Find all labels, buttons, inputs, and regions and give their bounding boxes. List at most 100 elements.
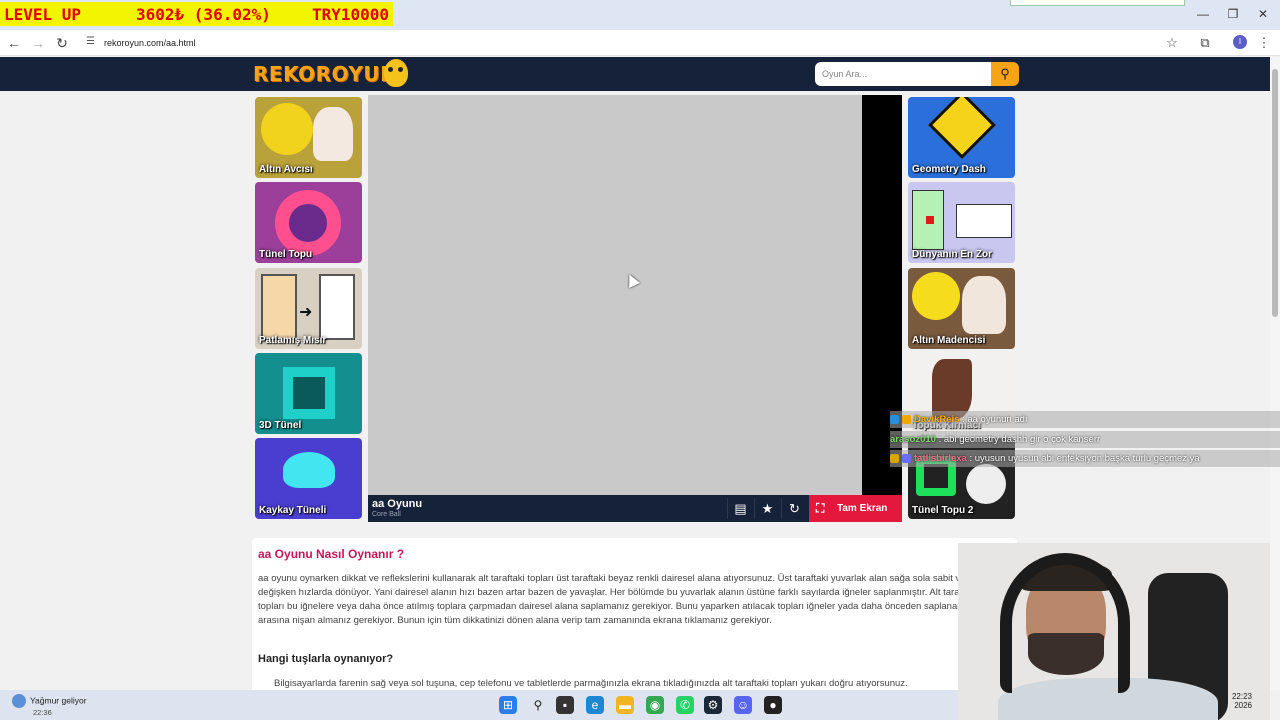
weather-label: Yağmur geliyor: [30, 695, 87, 706]
chrome-icon[interactable]: ◉: [646, 696, 664, 714]
popcorn-jar-icon: [319, 274, 355, 340]
chat-username: arasoz010: [890, 434, 936, 445]
game-tile[interactable]: ➜ Patlamış Mısır: [255, 268, 362, 349]
profile-avatar[interactable]: I: [1233, 35, 1247, 49]
badge-icon: [902, 414, 911, 424]
file-explorer-icon[interactable]: ▬: [616, 696, 634, 714]
site-logo[interactable]: REKOROYUN: [253, 62, 397, 86]
level-label: LEVEL UP: [4, 4, 82, 24]
geometry-cube-icon: [928, 97, 996, 159]
browser-toolbar: ← → ↻ ☰ rekoroyun.com/aa.html ☆ ⧉ ⋮: [0, 30, 1280, 56]
how-to-play-text: aa oyunu oynarken dikkat ve reflekslerin…: [258, 573, 997, 626]
page-scrollbar[interactable]: [1270, 57, 1280, 690]
miner-icon: [313, 107, 353, 161]
game-tile-label: Altın Madencisi: [912, 335, 986, 346]
gold-nugget-icon: [912, 272, 960, 320]
obs-icon[interactable]: ●: [764, 696, 782, 714]
task-view-icon[interactable]: ▪: [556, 696, 574, 714]
game-tile[interactable]: Dünyanın En Zor: [908, 182, 1015, 263]
tunnel-ring-icon: [275, 190, 341, 256]
restart-icon[interactable]: ↻: [781, 498, 807, 519]
windows-taskbar: Yağmur geliyor 22:36 ⊞ ⚲ ▪ e ▬ ◉ ✆ ⚙ ☺ ●: [0, 690, 958, 720]
comment-icon[interactable]: ▤: [727, 498, 753, 519]
fullscreen-button[interactable]: ⛶ Tam Ekran: [809, 495, 902, 522]
player-square-icon: [926, 216, 934, 224]
search-button[interactable]: ⚲: [991, 62, 1019, 86]
scroll-thumb[interactable]: [1272, 69, 1278, 317]
weather-widget[interactable]: Yağmur geliyor 22:36: [12, 694, 87, 717]
steam-icon[interactable]: ⚙: [704, 696, 722, 714]
donation-goal: TRY10000: [312, 4, 390, 24]
headset-icon: [1000, 553, 1130, 693]
address-bar[interactable]: ☰ rekoroyun.com/aa.html: [80, 32, 1190, 54]
game-title: aa Oyunu: [372, 498, 423, 510]
chat-message: arasoz010 : abi geometry dashh gir o çok…: [890, 431, 1280, 448]
game-tile[interactable]: Altın Madencisi: [908, 268, 1015, 349]
how-to-play-heading: aa Oyunu Nasıl Oynanır ?: [258, 547, 405, 561]
empty-jar-icon: [261, 274, 297, 340]
bookmark-star-icon[interactable]: ☆: [1163, 34, 1181, 52]
badge-icon: [890, 414, 899, 424]
chat-username: DavikReis: [914, 414, 960, 425]
discord-icon[interactable]: ☺: [734, 696, 752, 714]
game-canvas[interactable]: [368, 95, 862, 495]
skateboard-icon: [283, 452, 335, 488]
game-info-bar: aa Oyunu Core Ball ▤ ★ ↻ ⛶ Tam Ekran: [368, 495, 902, 522]
badge-icon: [890, 453, 899, 463]
forward-icon[interactable]: →: [28, 34, 48, 52]
search-icon[interactable]: ⚲: [529, 696, 547, 714]
browser-tab[interactable]: [1010, 0, 1185, 6]
game-tile-label: Kaykay Tüneli: [259, 505, 327, 516]
arrow-right-icon: ➜: [299, 304, 313, 321]
logo-mascot-icon: [384, 59, 408, 87]
game-tile-label: Dünyanın En Zor: [912, 249, 992, 260]
system-clock[interactable]: 22:23 2026: [1222, 692, 1252, 710]
minimize-button[interactable]: —: [1188, 5, 1218, 23]
game-description: aa Oyunu Nasıl Oynanır ? aa oyunu oynark…: [252, 538, 1017, 698]
game-tile[interactable]: Geometry Dash: [908, 97, 1015, 178]
game-tile[interactable]: Kaykay Tüneli: [255, 438, 362, 519]
chat-text: : abi geometry dashh gir o çok kanserr: [938, 434, 1101, 445]
clock-time: 22:23: [1231, 692, 1252, 701]
game-tile[interactable]: 3D Tünel: [255, 353, 362, 434]
menu-icon[interactable]: ⋮: [1255, 34, 1273, 52]
close-button[interactable]: ✕: [1248, 5, 1278, 23]
weather-time: 22:36: [33, 708, 52, 717]
search-input[interactable]: Oyun Ara...: [815, 62, 991, 86]
chat-text: : uyusun uyusun abi enfeksiyon başka tur…: [969, 453, 1200, 464]
extensions-icon[interactable]: ⧉: [1196, 34, 1214, 52]
restore-button[interactable]: ❐: [1218, 5, 1248, 23]
search-icon: ⚲: [1000, 66, 1010, 81]
site-header: REKOROYUN Oyun Ara... ⚲: [0, 57, 1270, 91]
game-tile-label: Tünel Topu: [259, 249, 313, 260]
controls-heading: Hangi tuşlarla oynanıyor?: [258, 653, 394, 665]
ball-icon: [966, 464, 1006, 504]
game-tile-label: Tünel Topu 2: [912, 505, 974, 516]
edge-icon[interactable]: e: [586, 696, 604, 714]
game-tile-label: Geometry Dash: [912, 164, 986, 175]
game-tile[interactable]: Altın Avcısı: [255, 97, 362, 178]
game-tile-label: Patlamış Mısır: [259, 335, 327, 346]
maze-icon: [956, 204, 1012, 238]
chat-text: : aa oyunun adı: [962, 414, 1028, 425]
miner-icon: [962, 276, 1006, 334]
chat-message: tatlisbirlexa : uyusun uyusun abi enfeks…: [890, 450, 1280, 467]
high-heel-icon: [932, 359, 972, 419]
url-text: rekoroyun.com/aa.html: [104, 38, 196, 48]
badge-icon: [902, 453, 911, 463]
game-tile[interactable]: Tünel Topu: [255, 182, 362, 263]
controls-list-item: Bilgisayarlarda farenin sağ veya sol tuş…: [274, 678, 1004, 689]
chat-message: DavikReis : aa oyunun adı: [890, 411, 1280, 428]
game-subtitle: Core Ball: [372, 511, 401, 518]
game-tile-label: 3D Tünel: [259, 420, 302, 431]
game-tile-label: Altın Avcısı: [259, 164, 313, 175]
start-icon[interactable]: ⊞: [499, 696, 517, 714]
favorite-star-icon[interactable]: ★: [754, 498, 780, 519]
fullscreen-icon: ⛶: [816, 501, 825, 515]
gold-nugget-icon: [261, 103, 313, 155]
back-icon[interactable]: ←: [4, 34, 24, 52]
site-settings-icon[interactable]: ☰: [86, 36, 98, 48]
reload-icon[interactable]: ↻: [52, 34, 72, 52]
donation-amount: 3602₺ (36.02%): [136, 4, 271, 24]
whatsapp-icon[interactable]: ✆: [676, 696, 694, 714]
